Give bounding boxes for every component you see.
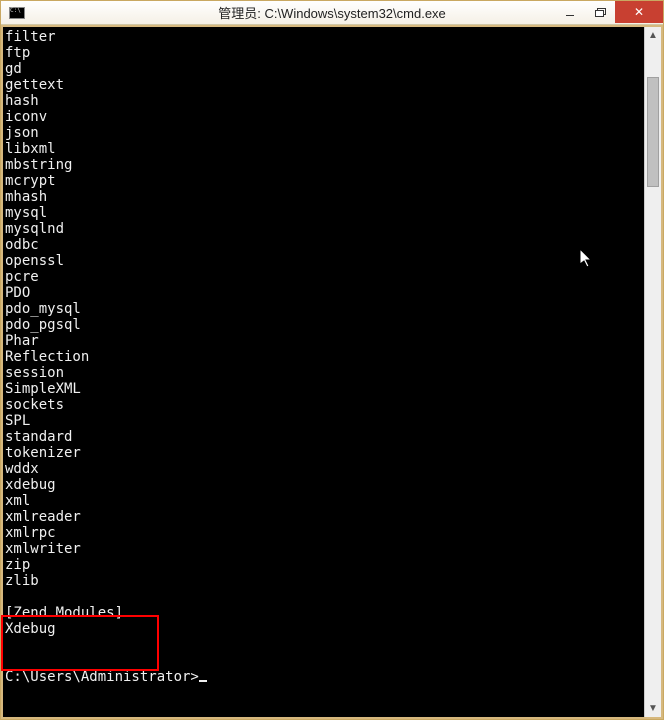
app-icon	[9, 7, 25, 19]
vertical-scrollbar[interactable]: ▲ ▼	[644, 27, 661, 717]
prompt[interactable]: C:\Users\Administrator>	[5, 669, 199, 685]
console-output[interactable]: filter ftp gd gettext hash iconv json li…	[3, 27, 661, 717]
window-title: 管理员: C:\Windows\system32\cmd.exe	[218, 3, 446, 22]
close-button[interactable]	[615, 1, 663, 23]
minimize-button[interactable]	[555, 1, 585, 23]
scroll-thumb[interactable]	[647, 77, 659, 187]
scroll-up-arrow[interactable]: ▲	[645, 27, 661, 44]
scroll-down-arrow[interactable]: ▼	[645, 700, 661, 717]
console-container: filter ftp gd gettext hash iconv json li…	[1, 25, 663, 719]
window-controls	[555, 1, 663, 23]
title-bar[interactable]: 管理员: C:\Windows\system32\cmd.exe	[1, 1, 663, 25]
cmd-window: 管理员: C:\Windows\system32\cmd.exe filter …	[0, 0, 664, 720]
text-cursor	[199, 680, 207, 682]
maximize-button[interactable]	[585, 1, 615, 23]
